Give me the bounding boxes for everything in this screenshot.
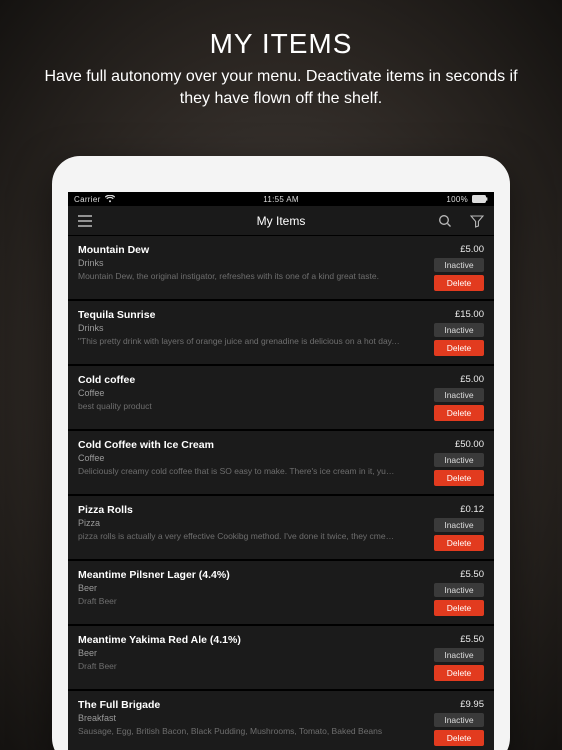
item-description: Sausage, Egg, British Bacon, Black Puddi…: [78, 726, 400, 736]
list-item[interactable]: Cold Coffee with Ice Cream Coffee Deliciou…: [68, 431, 494, 494]
item-info: Pizza Rolls Pizza pizza rolls is actually …: [78, 504, 408, 551]
delete-button[interactable]: Delete: [434, 730, 484, 746]
item-category: Pizza: [78, 518, 400, 528]
list-item[interactable]: Tequila Sunrise Drinks "This pretty drink …: [68, 301, 494, 364]
delete-button[interactable]: Delete: [434, 275, 484, 291]
item-actions: £5.50 Inactive Delete: [408, 634, 484, 681]
battery-icon: [472, 195, 488, 203]
status-badge[interactable]: Inactive: [434, 388, 484, 402]
list-item[interactable]: Meantime Pilsner Lager (4.4%) Beer Draft B…: [68, 561, 494, 624]
item-actions: £0.12 Inactive Delete: [408, 504, 484, 551]
item-info: Tequila Sunrise Drinks "This pretty drink …: [78, 309, 408, 356]
item-actions: £15.00 Inactive Delete: [408, 309, 484, 356]
list-item[interactable]: The Full Brigade Breakfast Sausage, Egg, B…: [68, 691, 494, 750]
item-category: Drinks: [78, 323, 400, 333]
item-name: Cold Coffee with Ice Cream: [78, 439, 400, 451]
item-info: Cold coffee Coffee best quality product: [78, 374, 408, 421]
status-badge[interactable]: Inactive: [434, 453, 484, 467]
promo-title: MY ITEMS: [20, 28, 542, 60]
item-actions: £5.00 Inactive Delete: [408, 244, 484, 291]
menu-icon[interactable]: [76, 212, 94, 230]
nav-bar: My Items: [68, 206, 494, 236]
page-title: My Items: [257, 214, 306, 228]
delete-button[interactable]: Delete: [434, 600, 484, 616]
item-name: Tequila Sunrise: [78, 309, 400, 321]
list-item[interactable]: Meantime Yakima Red Ale (4.1%) Beer Draft …: [68, 626, 494, 689]
item-price: £5.50: [460, 634, 484, 645]
item-name: The Full Brigade: [78, 699, 400, 711]
item-price: £15.00: [455, 309, 484, 320]
clock-label: 11:55 AM: [263, 195, 299, 204]
app-screen: Carrier 11:55 AM 100% My Items: [68, 192, 494, 750]
item-actions: £50.00 Inactive Delete: [408, 439, 484, 486]
delete-button[interactable]: Delete: [434, 340, 484, 356]
status-badge[interactable]: Inactive: [434, 648, 484, 662]
item-category: Breakfast: [78, 713, 400, 723]
item-price: £9.95: [460, 699, 484, 710]
battery-pct: 100%: [446, 195, 468, 204]
items-list[interactable]: Mountain Dew Drinks Mountain Dew, the orig…: [68, 236, 494, 750]
status-badge[interactable]: Inactive: [434, 583, 484, 597]
item-name: Pizza Rolls: [78, 504, 400, 516]
status-badge[interactable]: Inactive: [434, 518, 484, 532]
item-info: Mountain Dew Drinks Mountain Dew, the orig…: [78, 244, 408, 291]
item-name: Cold coffee: [78, 374, 400, 386]
item-info: Meantime Yakima Red Ale (4.1%) Beer Draft …: [78, 634, 408, 681]
status-badge[interactable]: Inactive: [434, 713, 484, 727]
item-description: Mountain Dew, the original instigator, r…: [78, 271, 400, 281]
item-description: pizza rolls is actually a very effective…: [78, 531, 400, 541]
list-item[interactable]: Cold coffee Coffee best quality product £5.…: [68, 366, 494, 429]
item-category: Beer: [78, 648, 400, 658]
item-name: Meantime Pilsner Lager (4.4%): [78, 569, 400, 581]
item-actions: £5.00 Inactive Delete: [408, 374, 484, 421]
item-category: Coffee: [78, 388, 400, 398]
delete-button[interactable]: Delete: [434, 535, 484, 551]
item-category: Beer: [78, 583, 400, 593]
item-price: £5.00: [460, 244, 484, 255]
item-category: Drinks: [78, 258, 400, 268]
delete-button[interactable]: Delete: [434, 405, 484, 421]
status-badge[interactable]: Inactive: [434, 323, 484, 337]
status-badge[interactable]: Inactive: [434, 258, 484, 272]
tablet-frame: Carrier 11:55 AM 100% My Items: [52, 156, 510, 750]
promo-header: MY ITEMS Have full autonomy over your me…: [0, 0, 562, 119]
item-actions: £9.95 Inactive Delete: [408, 699, 484, 746]
item-price: £50.00: [455, 439, 484, 450]
item-actions: £5.50 Inactive Delete: [408, 569, 484, 616]
promo-subtitle: Have full autonomy over your menu. Deact…: [31, 66, 531, 109]
item-description: Deliciously creamy cold coffee that is S…: [78, 466, 400, 476]
list-item[interactable]: Mountain Dew Drinks Mountain Dew, the orig…: [68, 236, 494, 299]
item-description: Draft Beer: [78, 596, 400, 606]
delete-button[interactable]: Delete: [434, 665, 484, 681]
filter-icon[interactable]: [468, 212, 486, 230]
delete-button[interactable]: Delete: [434, 470, 484, 486]
item-price: £5.00: [460, 374, 484, 385]
list-item[interactable]: Pizza Rolls Pizza pizza rolls is actually …: [68, 496, 494, 559]
search-icon[interactable]: [436, 212, 454, 230]
wifi-icon: [105, 195, 115, 203]
status-bar: Carrier 11:55 AM 100%: [68, 192, 494, 206]
item-name: Mountain Dew: [78, 244, 400, 256]
item-description: Draft Beer: [78, 661, 400, 671]
item-info: The Full Brigade Breakfast Sausage, Egg, B…: [78, 699, 408, 746]
item-name: Meantime Yakima Red Ale (4.1%): [78, 634, 400, 646]
item-category: Coffee: [78, 453, 400, 463]
item-info: Cold Coffee with Ice Cream Coffee Deliciou…: [78, 439, 408, 486]
item-description: "This pretty drink with layers of orange…: [78, 336, 400, 346]
item-description: best quality product: [78, 401, 400, 411]
item-info: Meantime Pilsner Lager (4.4%) Beer Draft B…: [78, 569, 408, 616]
item-price: £5.50: [460, 569, 484, 580]
item-price: £0.12: [460, 504, 484, 515]
carrier-label: Carrier: [74, 195, 101, 204]
